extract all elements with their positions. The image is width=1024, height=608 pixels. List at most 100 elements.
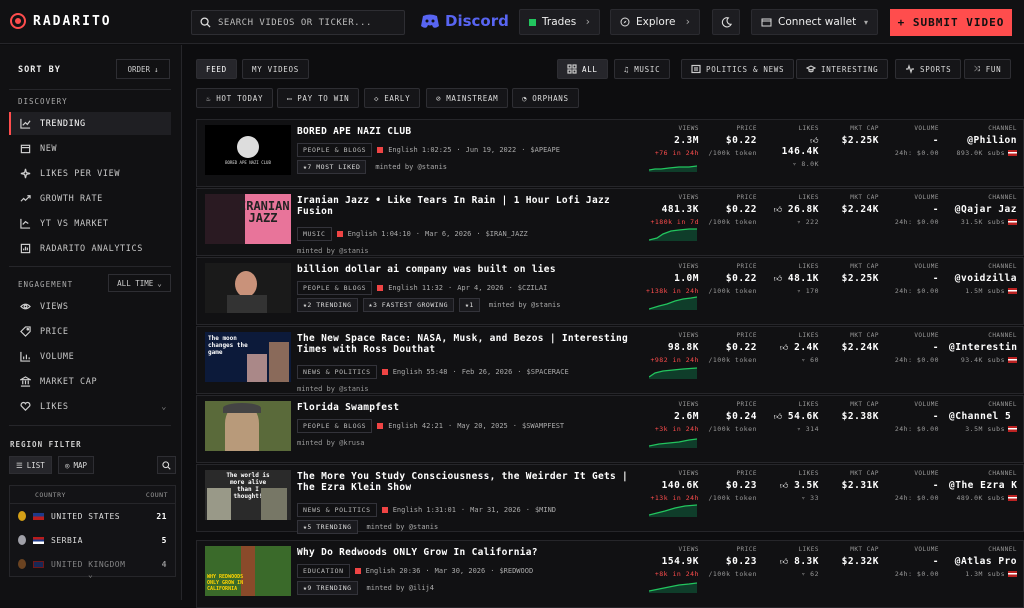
chevron-down-icon: ⌄ [157, 278, 162, 288]
category-interesting[interactable]: INTERESTING [796, 59, 889, 79]
likes-label: LIKES [798, 546, 819, 553]
logo[interactable]: RADARITO [10, 13, 112, 29]
channel-name[interactable]: @Channel 5 … [949, 411, 1017, 422]
category-tag[interactable]: NEWS & POLITICS [297, 503, 377, 517]
video-thumbnail[interactable]: BORED APE NAZI CLUB [205, 125, 291, 175]
filter-hot-today[interactable]: ♨ HOT TODAY [196, 88, 274, 108]
video-title[interactable]: Why Do Redwoods ONLY Grow In California? [297, 547, 637, 558]
category-tag[interactable]: PEOPLE & BLOGS [297, 281, 373, 295]
chevron-down-icon[interactable]: ⌄ [88, 570, 93, 579]
sidebar-item-label: PRICE [40, 326, 69, 337]
price-unit: /100k token [708, 287, 757, 295]
likes-label: LIKES [798, 401, 819, 408]
category-sports[interactable]: SPORTS [895, 59, 962, 79]
video-title[interactable]: Florida Swampfest [297, 402, 637, 413]
separator: · [508, 284, 513, 292]
category-fun[interactable]: ⤨ FUN [964, 59, 1012, 79]
video-row[interactable]: Florida Swampfest PEOPLE & BLOGS English 4… [196, 395, 1024, 463]
video-thumbnail[interactable]: The moon changes the game [205, 332, 291, 382]
rank-badge[interactable]: ★7 MOST LIKED [297, 160, 367, 174]
minted-by: minted by @ilij4 [366, 584, 434, 592]
filter-early[interactable]: ◇ EARLY [364, 88, 421, 108]
sidebar-item-volume[interactable]: VOLUME [9, 345, 171, 368]
sidebar-item-likes[interactable]: LIKES ⌄ [9, 395, 171, 418]
video-title[interactable]: Iranian Jazz • Like Tears In Rain | 1 Ho… [297, 195, 637, 217]
mkt-cap-label: MKT CAP [850, 470, 879, 477]
serbia-flag-icon [33, 536, 44, 544]
rank-badge[interactable]: ★9 TRENDING [297, 581, 358, 595]
filter-pay-to-win[interactable]: ▭ PAY TO WIN [277, 88, 360, 108]
video-row[interactable]: IRANIAN JAZZ Iranian Jazz • Like Tears In… [196, 188, 1024, 256]
filter-orphans[interactable]: ◔ ORPHANS [512, 88, 579, 108]
country-header: COUNTRY [35, 490, 66, 499]
list-view-button[interactable]: ☰ LIST [9, 456, 52, 474]
channel-name[interactable]: @voidzilla [949, 273, 1017, 284]
sidebar-item-views[interactable]: VIEWS [9, 295, 171, 318]
views-value: 140.6K [661, 480, 699, 491]
rank-badge[interactable]: ★5 TRENDING [297, 520, 358, 534]
all-time-dropdown[interactable]: ALL TIME ⌄ [108, 274, 171, 292]
category-tag[interactable]: MUSIC [297, 227, 332, 241]
search-input[interactable]: SEARCH VIDEOS OR TICKER... [191, 10, 405, 35]
video-title[interactable]: The More You Study Consciousness, the We… [297, 471, 637, 493]
rank-badge[interactable]: ★3 FASTEST GROWING [362, 298, 454, 312]
submit-video-button[interactable]: + SUBMIT VIDEO [890, 9, 1012, 36]
category-tag[interactable]: NEWS & POLITICS [297, 365, 377, 379]
video-thumbnail[interactable] [205, 263, 291, 313]
video-row[interactable]: BORED APE NAZI CLUB BORED APE NAZI CLUB PE… [196, 119, 1024, 187]
video-thumbnail[interactable] [205, 401, 291, 451]
sidebar-item-new[interactable]: NEW [9, 137, 171, 160]
category-politics-news[interactable]: POLITICS & NEWS [681, 59, 795, 79]
video-title[interactable]: BORED APE NAZI CLUB [297, 126, 637, 137]
connect-wallet-button[interactable]: Connect wallet ▾ [751, 9, 878, 35]
channel-name[interactable]: @Interestin… [949, 342, 1017, 353]
ticker: $IRAN_JAZZ [485, 230, 528, 238]
sidebar-item-growth-rate[interactable]: GROWTH RATE [9, 187, 171, 210]
channel-name[interactable]: @Qajar Jaz [949, 204, 1017, 215]
video-thumbnail[interactable]: WHY REDWOODS ONLY GROW IN CALIFORNIA [205, 546, 291, 596]
category-tag[interactable]: PEOPLE & BLOGS [297, 143, 373, 157]
mkt-cap-column: MKT CAP $2.24K [827, 332, 879, 353]
region-row[interactable]: SERBIA 5 [10, 528, 175, 552]
video-row[interactable]: The moon changes the game The New Space R… [196, 326, 1024, 394]
channel-name[interactable]: @Atlas Pro [949, 556, 1017, 567]
tab-my-videos[interactable]: MY VIDEOS [242, 59, 309, 79]
theme-toggle-button[interactable] [712, 9, 740, 35]
trades-button[interactable]: Trades › [519, 9, 600, 35]
thumbnail-text: WHY REDWOODS ONLY GROW IN CALIFORNIA [207, 574, 244, 592]
explore-button[interactable]: Explore › [610, 9, 700, 35]
price-column: PRICE $0.22/100k token [705, 125, 757, 157]
channel-name[interactable]: @The Ezra K… [949, 480, 1017, 491]
badge-row: ★9 TRENDING minted by @ilij4 [297, 581, 434, 595]
video-row[interactable]: WHY REDWOODS ONLY GROW IN CALIFORNIA Why … [196, 540, 1024, 608]
discord-link[interactable]: Discord [420, 12, 509, 30]
video-title[interactable]: billion dollar ai company was built on l… [297, 264, 637, 275]
category-tag[interactable]: PEOPLE & BLOGS [297, 419, 373, 433]
region-row[interactable]: UNITED STATES 21 [10, 504, 175, 528]
sidebar-item-trending[interactable]: TRENDING [9, 112, 171, 135]
sidebar-item-market-cap[interactable]: MARKET CAP [9, 370, 171, 393]
rank-badge[interactable]: ★2 TRENDING [297, 298, 358, 312]
video-thumbnail[interactable]: IRANIAN JAZZ [205, 194, 291, 244]
rank-badge[interactable]: ★1 [459, 298, 480, 312]
price-unit: /100k token [708, 356, 757, 364]
video-title[interactable]: The New Space Race: NASA, Musk, and Bezo… [297, 333, 637, 355]
order-button[interactable]: ORDER ↓ [116, 59, 170, 79]
tab-feed[interactable]: FEED [196, 59, 237, 79]
category-music[interactable]: ♫ MUSIC [614, 59, 671, 79]
sidebar-item-radarito-analytics[interactable]: RADARITO ANALYTICS [9, 237, 171, 260]
video-row[interactable]: billion dollar ai company was built on l… [196, 257, 1024, 325]
category-tag[interactable]: EDUCATION [297, 564, 350, 578]
discord-icon [421, 14, 439, 28]
filter-mainstream[interactable]: ⊘ MAINSTREAM [426, 88, 509, 108]
video-thumbnail[interactable]: The world is more alive than I thought! [205, 470, 291, 520]
us-flag-icon [1008, 150, 1017, 156]
channel-name[interactable]: @Philion [949, 135, 1017, 146]
sidebar-item-price[interactable]: PRICE [9, 320, 171, 343]
category-all[interactable]: ALL [557, 59, 608, 79]
sidebar-item-yt-vs-market[interactable]: YT VS MARKET [9, 212, 171, 235]
map-view-button[interactable]: ◎ MAP [58, 456, 95, 474]
region-search-button[interactable] [157, 456, 176, 474]
sidebar-item-likes-per-view[interactable]: LIKES PER VIEW [9, 162, 171, 185]
video-row[interactable]: The world is more alive than I thought! T… [196, 464, 1024, 534]
